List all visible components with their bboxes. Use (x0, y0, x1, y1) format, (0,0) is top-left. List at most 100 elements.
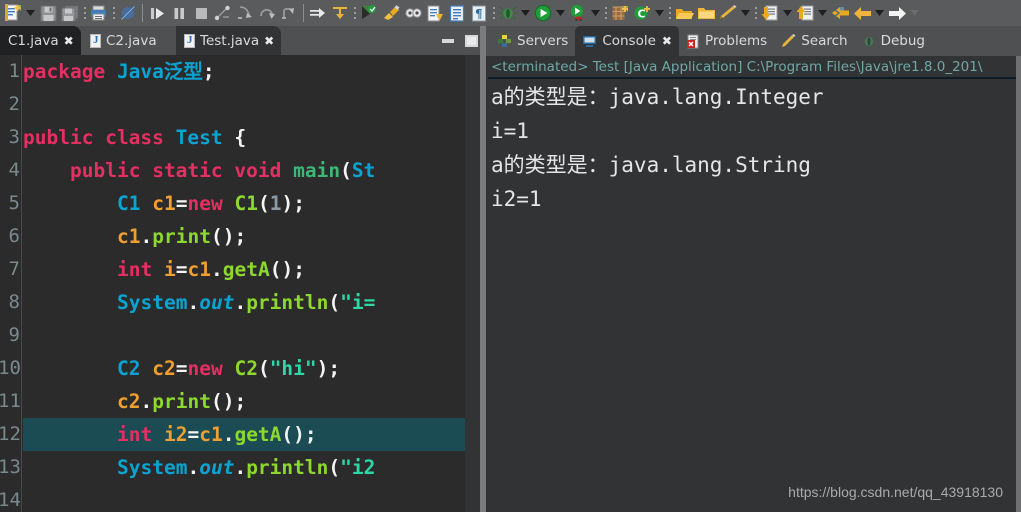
disconnect-icon[interactable] (212, 2, 234, 24)
open-folder-icon[interactable] (673, 2, 695, 24)
tab-debug[interactable]: Debug (855, 26, 932, 56)
code-editor-area[interactable]: 1 2 3 4 5 6 7 8 9 10 11 12 13 14 package… (0, 55, 486, 512)
tab-console[interactable]: Console ✖ (575, 26, 679, 56)
new-package-icon[interactable] (609, 2, 631, 24)
pencil-icon[interactable] (717, 2, 739, 24)
step-over-icon[interactable] (256, 2, 278, 24)
folder-icon[interactable] (695, 2, 717, 24)
console-vertical-scrollbar[interactable] (1016, 56, 1021, 512)
step-return-icon[interactable] (278, 2, 300, 24)
left-arrow-icon[interactable] (851, 2, 873, 24)
line-number: 3 (8, 126, 20, 148)
back-dropdown-arrow-icon[interactable] (873, 2, 886, 24)
line-number-gutter: 1 2 3 4 5 6 7 8 9 10 11 12 13 14 (0, 55, 22, 512)
java-file-icon (184, 33, 195, 48)
run-dropdown-arrow-icon[interactable] (554, 2, 567, 24)
previous-annotation-dropdown-arrow-icon[interactable] (816, 2, 829, 24)
external-tools-dropdown-arrow-icon[interactable] (589, 2, 602, 24)
minimize-editor-button[interactable] (442, 38, 454, 43)
brush-icon[interactable] (380, 2, 402, 24)
terminate-icon[interactable] (190, 2, 212, 24)
code-line-12[interactable]: int i2=c1.getA(); (23, 418, 465, 451)
svg-text:¶: ¶ (475, 7, 483, 21)
new-wizard-icon[interactable] (2, 2, 24, 24)
code-line-7[interactable]: int i=c1.getA(); (23, 253, 465, 286)
external-tools-icon[interactable] (567, 2, 589, 24)
tab-console-close-icon[interactable]: ✖ (662, 34, 672, 48)
resume-icon[interactable] (146, 2, 168, 24)
code-line-13[interactable]: System.out.println("i2 (23, 451, 465, 484)
next-annotation-icon[interactable] (759, 2, 781, 24)
debug-bug-icon[interactable] (497, 2, 519, 24)
run-icon[interactable] (532, 2, 554, 24)
right-arrow-icon[interactable] (886, 2, 908, 24)
skip-all-breakpoints-icon[interactable] (117, 2, 139, 24)
editor-tab-c1-label: C1.java (8, 32, 59, 49)
line-number: 14 (0, 489, 21, 511)
back-history-icon[interactable] (829, 2, 851, 24)
maximize-editor-button[interactable] (465, 34, 478, 47)
code-line-10[interactable]: C2 c2=new C2("hi"); (23, 352, 465, 385)
tab-problems-label: Problems (704, 33, 768, 49)
new-java-project-icon[interactable] (424, 2, 446, 24)
launch-configuration-header: <terminated> Test [Java Application] C:\… (486, 56, 1021, 79)
code-lines[interactable]: package Java泛型; public class Test { publi… (23, 55, 465, 512)
problems-icon (686, 34, 700, 49)
code-line-3[interactable]: public class Test { (23, 121, 465, 154)
code-line-11[interactable]: c2.print(); (23, 385, 465, 418)
line-number: 9 (8, 324, 20, 346)
java-file-icon (90, 33, 101, 48)
tab-servers[interactable]: Servers (490, 26, 575, 56)
eclipse-ide-window: ¶ C C1.java ✖ J C2.java J Test.java ✖ 1 … (0, 0, 1021, 512)
code-line-1[interactable]: package Java泛型; (23, 55, 465, 88)
toolbar-drag-dots[interactable] (490, 2, 497, 24)
tab-problems[interactable]: Problems (679, 26, 774, 56)
toolbar-drag-dots[interactable] (110, 2, 117, 24)
code-line-2[interactable] (23, 88, 465, 121)
task-list-icon[interactable] (446, 2, 468, 24)
tab-search[interactable]: Search (774, 26, 854, 56)
line-number: 6 (8, 225, 20, 247)
drop-to-frame-icon[interactable] (329, 2, 351, 24)
new-c-class-dropdown-arrow-icon[interactable] (653, 2, 666, 24)
editor-tab-c1[interactable]: C1.java ✖ (0, 26, 81, 55)
toolbar-drag-dots[interactable] (666, 2, 673, 24)
new-wizard-dropdown-arrow-icon[interactable] (24, 2, 37, 24)
watermark: https://blog.csdn.net/qq_43918130 (788, 484, 1003, 500)
previous-annotation-icon[interactable] (794, 2, 816, 24)
code-line-4[interactable]: public static void main(St (23, 154, 465, 187)
print-icon[interactable] (88, 2, 110, 24)
toolbar-drag-dots[interactable] (752, 2, 759, 24)
code-line-9[interactable] (23, 319, 465, 352)
code-line-14[interactable] (23, 484, 465, 512)
code-line-8[interactable]: System.out.println("i= (23, 286, 465, 319)
run-to-line-icon[interactable] (307, 2, 329, 24)
code-line-5[interactable]: C1 c1=new C1(1); (23, 187, 465, 220)
debug-dropdown-arrow-icon[interactable] (519, 2, 532, 24)
editor-tab-test-close-icon[interactable]: ✖ (264, 35, 274, 47)
suspend-icon[interactable] (168, 2, 190, 24)
new-c-class-icon[interactable]: C (631, 2, 653, 24)
toolbar-drag-dots[interactable] (81, 2, 88, 24)
step-into-icon[interactable] (234, 2, 256, 24)
line-number: 1 (8, 60, 20, 82)
next-annotation-dropdown-arrow-icon[interactable] (781, 2, 794, 24)
tab-debug-label: Debug (880, 33, 925, 49)
console-output: a的类型是：java.lang.Integer i=1 a的类型是：java.l… (491, 85, 824, 211)
code-line-6[interactable]: c1.print(); (23, 220, 465, 253)
pencil-dropdown-arrow-icon[interactable] (739, 2, 752, 24)
console-body[interactable]: <terminated> Test [Java Application] C:\… (486, 56, 1021, 512)
editor-tab-test[interactable]: Test.java ✖ (176, 26, 282, 55)
editor-tab-c2[interactable]: C2.java (82, 26, 169, 55)
toolbar-drag-dots[interactable] (351, 2, 358, 24)
save-icon[interactable] (37, 2, 59, 24)
pilcrow-icon[interactable]: ¶ (468, 2, 490, 24)
save-all-icon[interactable] (59, 2, 81, 24)
line-number: 10 (0, 357, 21, 379)
toolbar-drag-dots[interactable] (602, 2, 609, 24)
line-number: 8 (8, 291, 20, 313)
tab-search-label: Search (801, 33, 848, 49)
editor-tab-c1-close-icon[interactable]: ✖ (64, 35, 74, 47)
new-java-class-icon[interactable] (358, 2, 380, 24)
mark-occurrences-icon[interactable] (402, 2, 424, 24)
